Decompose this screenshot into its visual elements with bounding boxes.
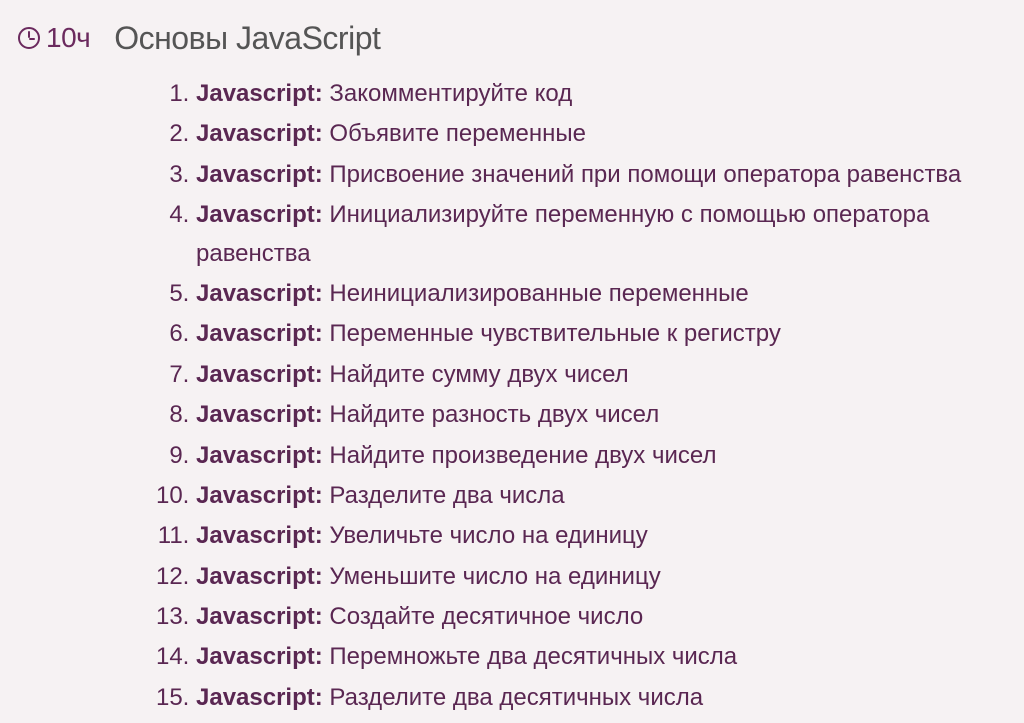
lesson-list: Javascript: Закомментируйте кодJavascrip… [168,75,1006,717]
lesson-prefix: Javascript: [196,80,323,107]
section-header: 10ч Основы JavaScript [18,20,1006,57]
lesson-item[interactable]: Javascript: Переменные чувствительные к … [196,315,1006,353]
section-title: Основы JavaScript [114,20,380,57]
lesson-description: Разделите два числа [323,482,565,509]
lesson-prefix: Javascript: [196,120,323,147]
lesson-item[interactable]: Javascript: Объявите переменные [196,115,1006,153]
lesson-prefix: Javascript: [196,361,323,388]
lesson-prefix: Javascript: [196,320,323,347]
lesson-description: Перемножьте два десятичных числа [323,643,737,670]
lesson-item[interactable]: Javascript: Разделите два числа [196,477,1006,515]
lesson-prefix: Javascript: [196,442,323,469]
lesson-description: Объявите переменные [323,120,586,147]
lesson-description: Создайте десятичное число [323,603,643,630]
lesson-prefix: Javascript: [196,161,323,188]
lesson-item[interactable]: Javascript: Создайте десятичное число [196,598,1006,636]
lesson-item[interactable]: Javascript: Найдите разность двух чисел [196,396,1006,434]
lesson-description: Найдите произведение двух чисел [323,442,717,469]
lesson-description: Найдите сумму двух чисел [323,361,629,388]
lesson-item[interactable]: Javascript: Разделите два десятичных чис… [196,679,1006,717]
lesson-description: Присвоение значений при помощи оператора… [323,161,962,188]
lesson-prefix: Javascript: [196,643,323,670]
lesson-prefix: Javascript: [196,522,323,549]
lesson-item[interactable]: Javascript: Перемножьте два десятичных ч… [196,638,1006,676]
duration-text: 10ч [46,22,90,54]
lesson-item[interactable]: Javascript: Найдите произведение двух чи… [196,437,1006,475]
lesson-description: Разделите два десятичных числа [323,684,703,711]
lesson-prefix: Javascript: [196,563,323,590]
lesson-item[interactable]: Javascript: Уменьшите число на единицу [196,558,1006,596]
lesson-item[interactable]: Javascript: Найдите сумму двух чисел [196,356,1006,394]
lesson-prefix: Javascript: [196,603,323,630]
lesson-description: Уменьшите число на единицу [323,563,661,590]
lesson-prefix: Javascript: [196,482,323,509]
lesson-item[interactable]: Javascript: Увеличьте число на единицу [196,517,1006,555]
duration-block: 10ч [18,22,90,54]
lesson-item[interactable]: Javascript: Неинициализированные перемен… [196,275,1006,313]
lesson-prefix: Javascript: [196,201,323,228]
lesson-prefix: Javascript: [196,684,323,711]
clock-icon [18,27,40,49]
lesson-description: Неинициализированные переменные [323,280,749,307]
lesson-item[interactable]: Javascript: Закомментируйте код [196,75,1006,113]
lesson-item[interactable]: Javascript: Присвоение значений при помо… [196,156,1006,194]
lesson-description: Увеличьте число на единицу [323,522,648,549]
lesson-prefix: Javascript: [196,280,323,307]
lesson-description: Закомментируйте код [323,80,572,107]
lesson-description: Найдите разность двух чисел [323,401,659,428]
lesson-item[interactable]: Javascript: Инициализируйте переменную с… [196,196,1006,273]
lesson-prefix: Javascript: [196,401,323,428]
lesson-description: Переменные чувствительные к регистру [323,320,781,347]
